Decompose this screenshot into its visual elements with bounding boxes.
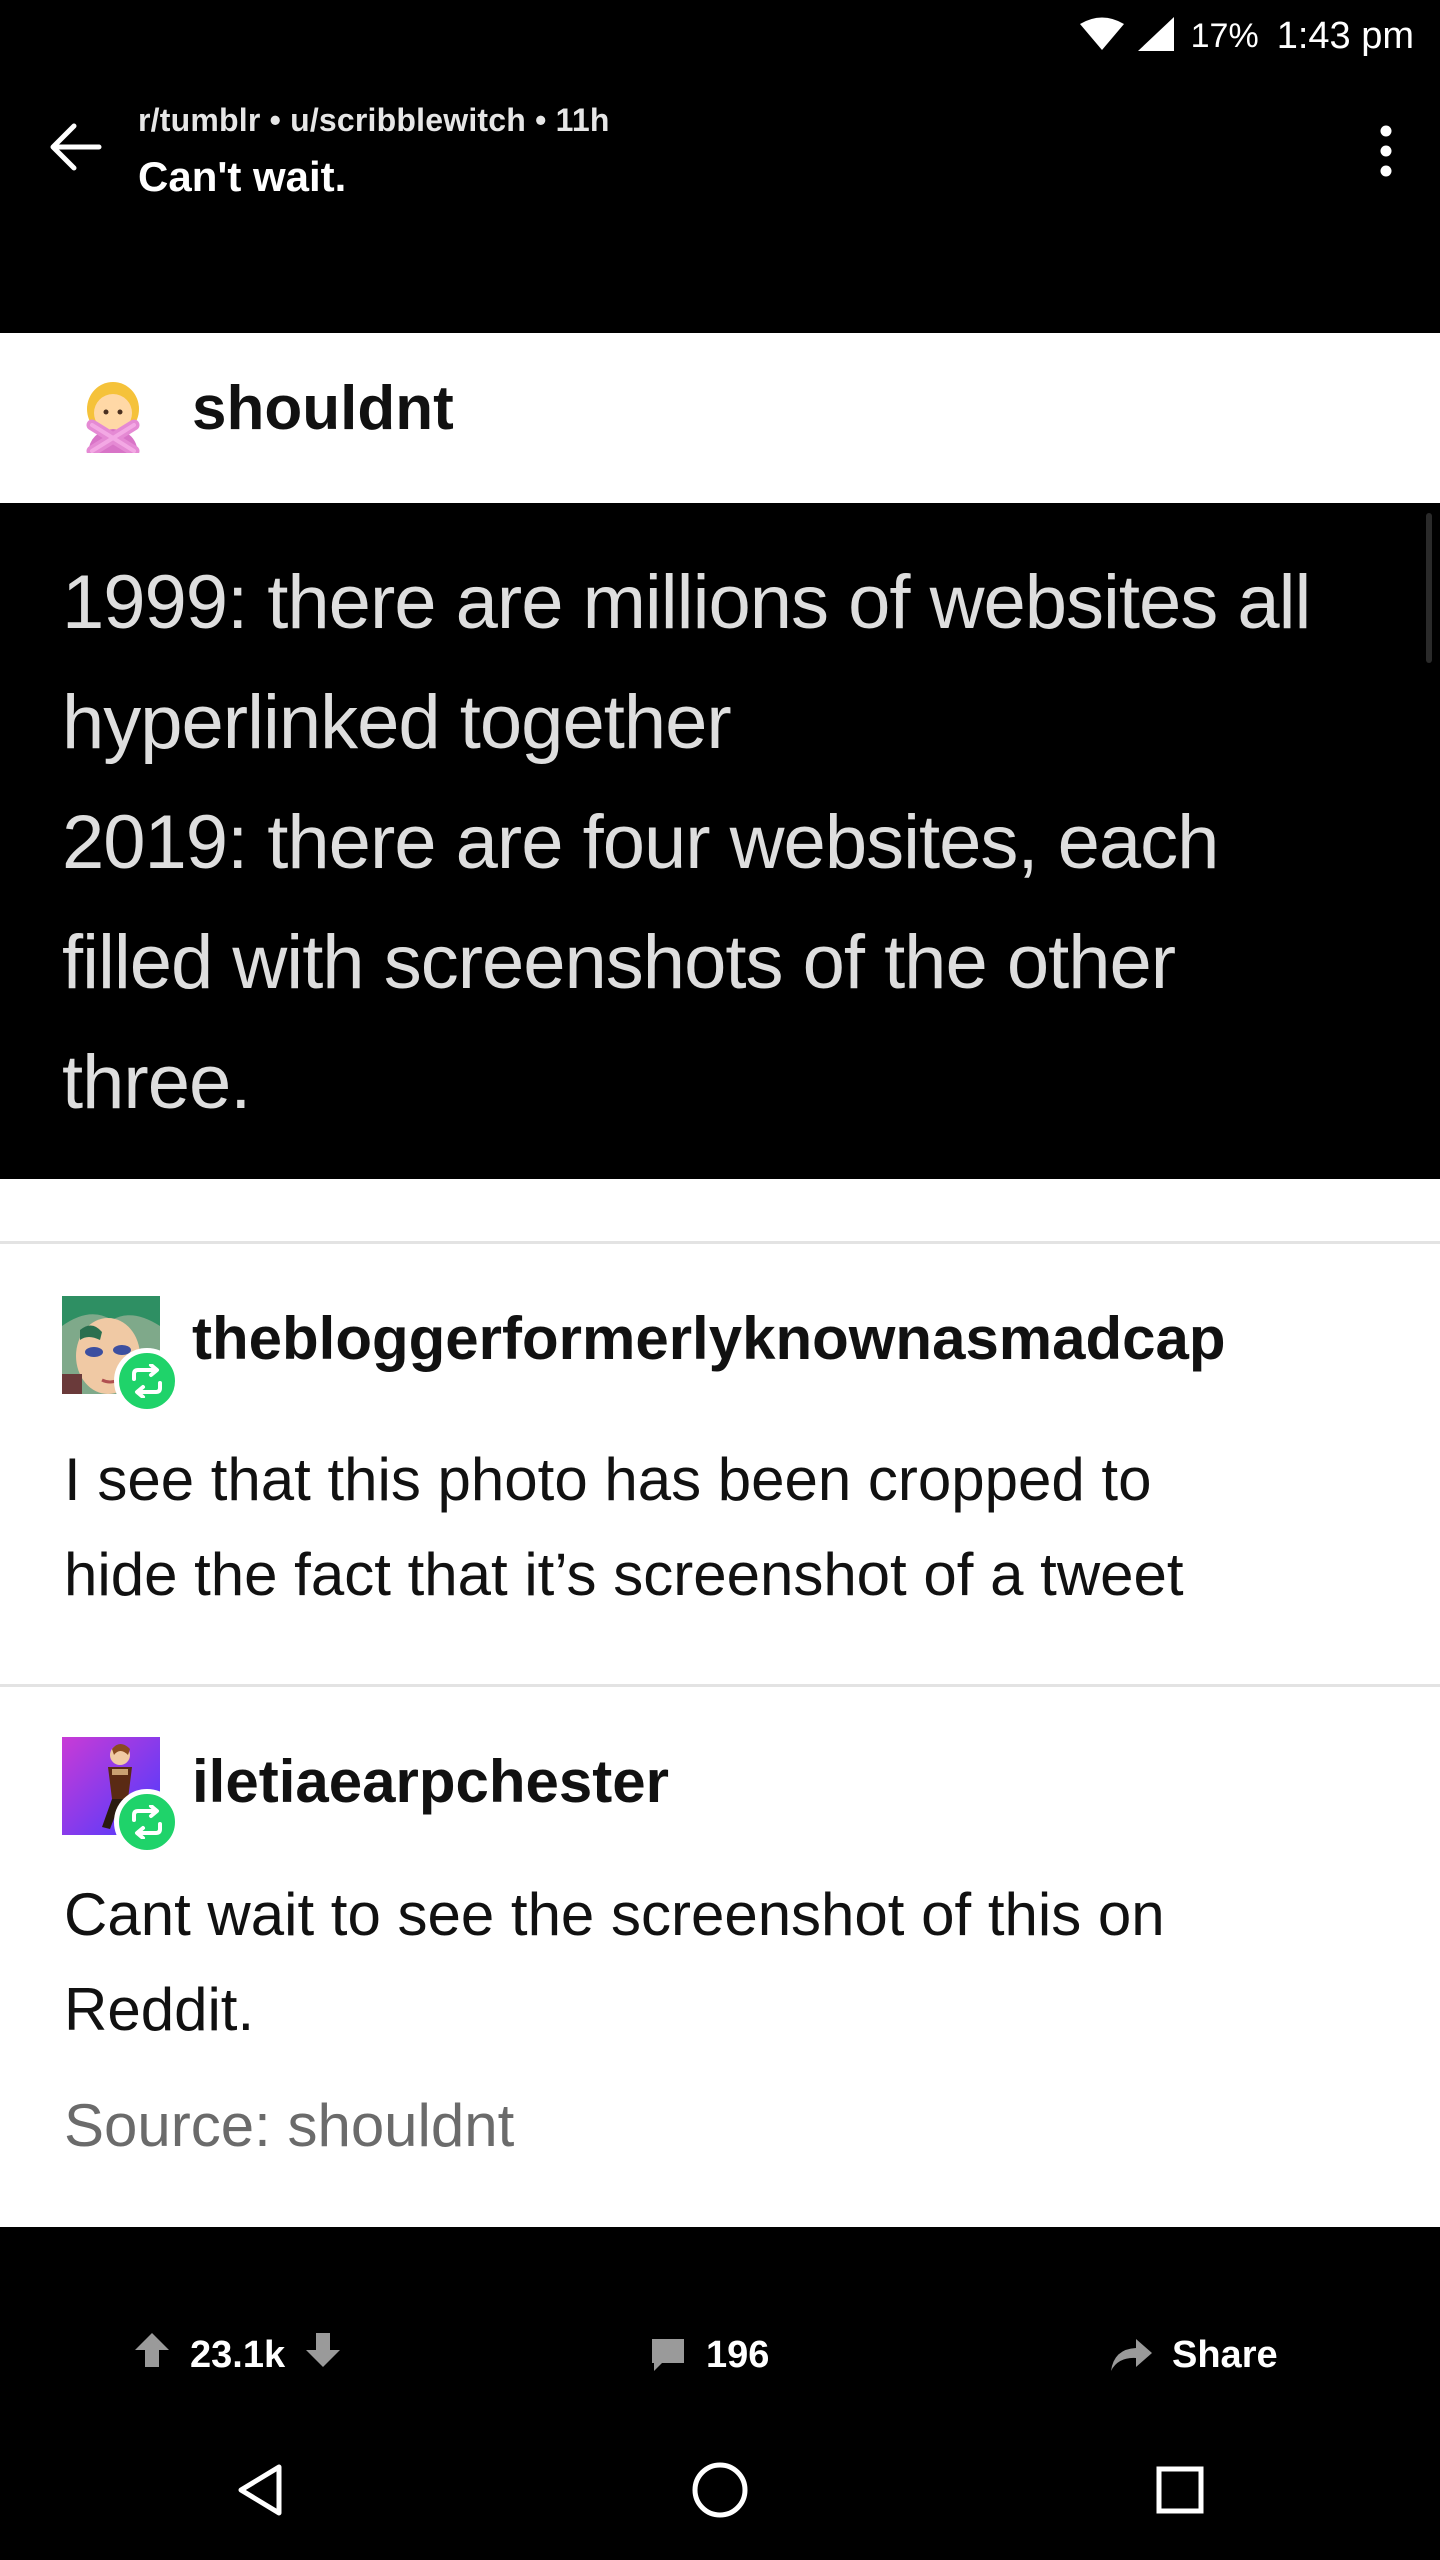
nav-home-button[interactable] xyxy=(680,2450,760,2530)
wifi-icon xyxy=(1079,17,1125,56)
tweet-line: filled with screenshots of the other xyxy=(62,920,1176,1005)
status-bar: 17% 1:43 pm xyxy=(0,0,1440,72)
downvote-button[interactable] xyxy=(303,2330,343,2380)
tweet-text: 1999: there are millions of websites all… xyxy=(62,543,1402,1143)
share-button[interactable]: Share xyxy=(1108,2320,1278,2390)
image-scrollbar xyxy=(1426,513,1432,663)
clock: 1:43 pm xyxy=(1276,14,1414,57)
upvote-button[interactable] xyxy=(132,2330,172,2380)
vote-group: 23.1k xyxy=(132,2320,343,2390)
battery-level: 17% xyxy=(1190,16,1259,55)
avatar[interactable] xyxy=(62,1737,180,1855)
nav-back-button[interactable] xyxy=(220,2450,300,2530)
post-title: Can't wait. xyxy=(138,153,347,200)
reblog-line: Reddit. xyxy=(64,1976,255,2043)
score: 23.1k xyxy=(190,2333,286,2376)
reblog-icon xyxy=(132,1805,162,1839)
reblog-username[interactable]: thebloggerformerlyknownasmadcap xyxy=(192,1304,1226,1373)
no-gesture-emoji-icon xyxy=(76,379,150,457)
post-image[interactable]: shouldnt 1999: there are millions of web… xyxy=(0,333,1440,2227)
nav-recents-icon xyxy=(1156,2466,1204,2514)
tweet-line: three. xyxy=(62,1040,251,1125)
reblog-line: I see that this photo has been cropped t… xyxy=(64,1446,1152,1513)
back-arrow-icon xyxy=(50,123,102,171)
original-blog-name[interactable]: shouldnt xyxy=(192,373,454,444)
nav-recents-button[interactable] xyxy=(1140,2450,1220,2530)
post-action-bar: 23.1k 196 Share xyxy=(0,2290,1440,2420)
share-icon xyxy=(1111,2339,1152,2371)
signal-icon xyxy=(1135,16,1175,57)
reddit-post-screen: 17% 1:43 pm r/tumblr • u/scribblewitch •… xyxy=(0,0,1440,2560)
reblog-badge xyxy=(114,1348,180,1414)
share-label: Share xyxy=(1172,2333,1278,2376)
tweet-line: 1999: there are millions of websites all xyxy=(62,560,1311,645)
more-options-button[interactable] xyxy=(1356,116,1416,186)
nav-back-icon xyxy=(238,2464,282,2516)
system-nav-bar xyxy=(0,2420,1440,2560)
downvote-icon xyxy=(306,2333,341,2367)
reblog-badge xyxy=(114,1789,180,1855)
comment-icon xyxy=(652,2339,684,2371)
more-vert-icon xyxy=(1380,125,1392,177)
reblog-line: Cant wait to see the screenshot of this … xyxy=(64,1881,1165,1948)
post-source[interactable]: Source: shouldnt xyxy=(64,2091,514,2160)
reblog-username[interactable]: iletiaearpchester xyxy=(192,1747,669,1816)
tweet-line: hyperlinked together xyxy=(62,680,732,765)
tweet-screenshot: 1999: there are millions of websites all… xyxy=(0,503,1440,1179)
reblog-icon xyxy=(132,1364,162,1398)
upvote-icon xyxy=(135,2333,169,2367)
reblog-entry: iletiaearpchester Cant wait to see the s… xyxy=(0,1687,1440,2227)
nav-home-icon xyxy=(692,2462,748,2518)
reblog-line: hide the fact that it’s screenshot of a … xyxy=(64,1541,1184,1608)
reblog-text: Cant wait to see the screenshot of this … xyxy=(64,1867,1394,2057)
tweet-line: 2019: there are four websites, each xyxy=(62,800,1219,885)
comments-button[interactable]: 196 xyxy=(648,2320,769,2390)
avatar[interactable] xyxy=(62,1296,180,1414)
comment-count: 196 xyxy=(706,2333,770,2376)
post-header: r/tumblr • u/scribblewitch • 11h Can't w… xyxy=(0,92,1440,212)
original-blog-row: shouldnt xyxy=(0,333,1440,503)
reblog-text: I see that this photo has been cropped t… xyxy=(64,1432,1394,1622)
reblog-entry: thebloggerformerlyknownasmadcap I see th… xyxy=(0,1244,1440,1684)
post-meta[interactable]: r/tumblr • u/scribblewitch • 11h xyxy=(138,102,610,139)
back-button[interactable] xyxy=(40,112,110,182)
